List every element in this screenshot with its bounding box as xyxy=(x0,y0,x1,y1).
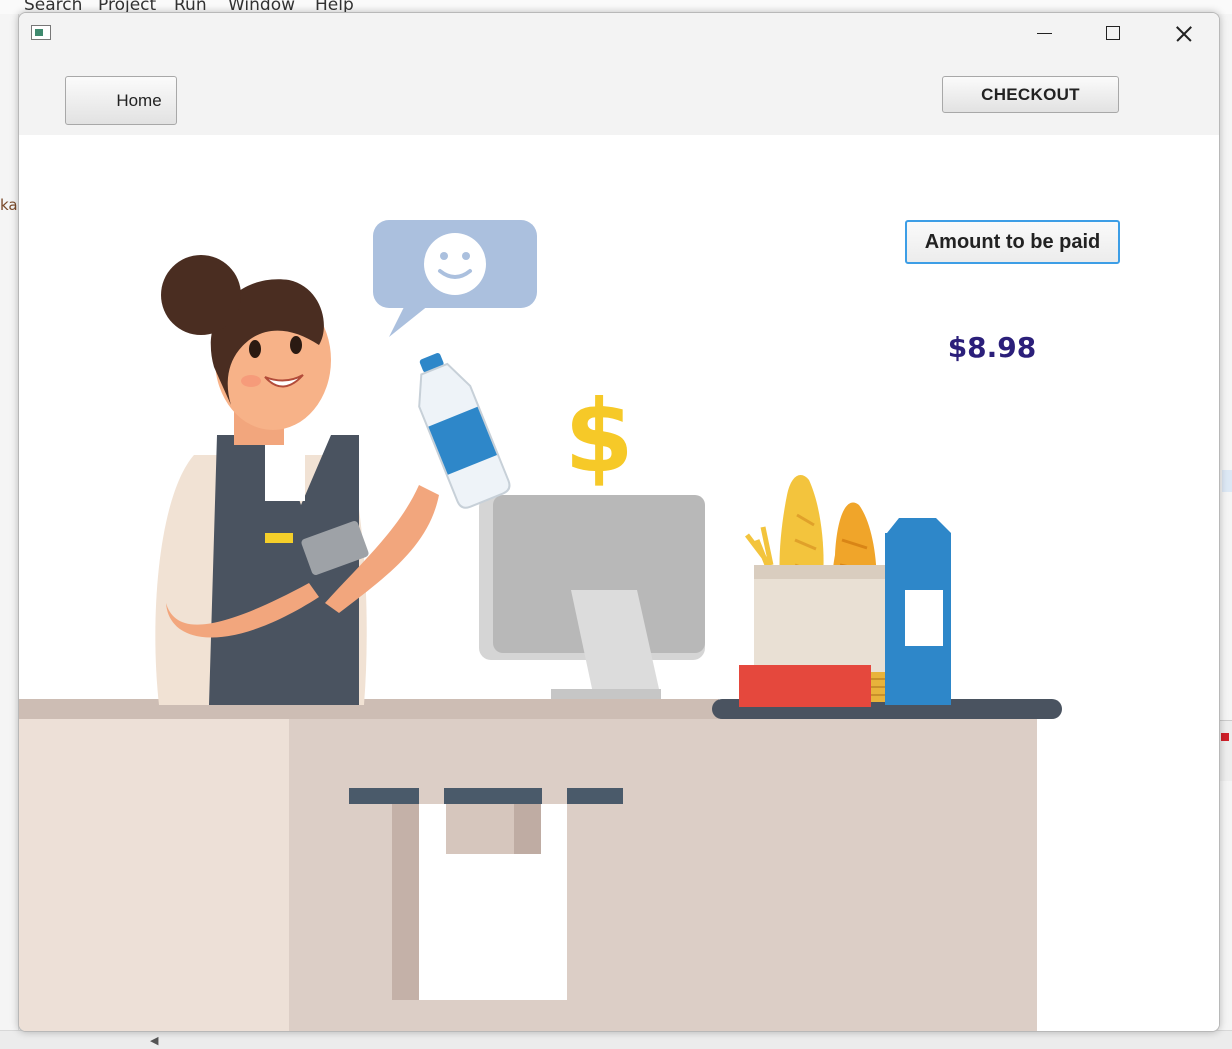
minimize-icon[interactable] xyxy=(1021,13,1067,53)
checkout-content: $ Amount to be paid $8.98 xyxy=(19,135,1219,1031)
computer-monitor xyxy=(479,495,705,699)
ide-left-panel xyxy=(0,14,19,1048)
maximize-icon[interactable] xyxy=(1090,13,1136,53)
home-button[interactable]: Home xyxy=(65,76,177,125)
ide-right-section xyxy=(1219,720,1232,781)
amount-to-be-paid-button[interactable]: Amount to be paid xyxy=(905,220,1120,264)
ide-horizontal-scrollbar[interactable] xyxy=(0,1030,1232,1049)
ide-left-text: ka xyxy=(0,196,18,214)
scroll-left-arrow-icon[interactable]: ◀ xyxy=(150,1034,158,1047)
ide-error-marker-icon xyxy=(1221,733,1229,741)
ide-right-panel xyxy=(1219,14,1232,1048)
app-window-icon xyxy=(31,25,51,40)
dollar-sign-icon: $ xyxy=(564,378,634,495)
checkout-button[interactable]: CHECKOUT xyxy=(942,76,1119,113)
grocery-bag xyxy=(739,475,951,707)
app-window: Home CHECKOUT $ Amount to be paid $8.98 xyxy=(18,12,1220,1032)
title-bar[interactable] xyxy=(19,13,1219,53)
ide-right-highlight xyxy=(1222,470,1232,492)
close-icon[interactable] xyxy=(1160,13,1206,53)
speech-bubble-icon xyxy=(373,220,537,337)
toolbar: Home CHECKOUT xyxy=(19,53,1219,135)
checkout-counter xyxy=(19,699,1062,1031)
cashier-checkout-illustration: $ xyxy=(19,220,1062,1031)
amount-value: $8.98 xyxy=(947,331,1037,364)
